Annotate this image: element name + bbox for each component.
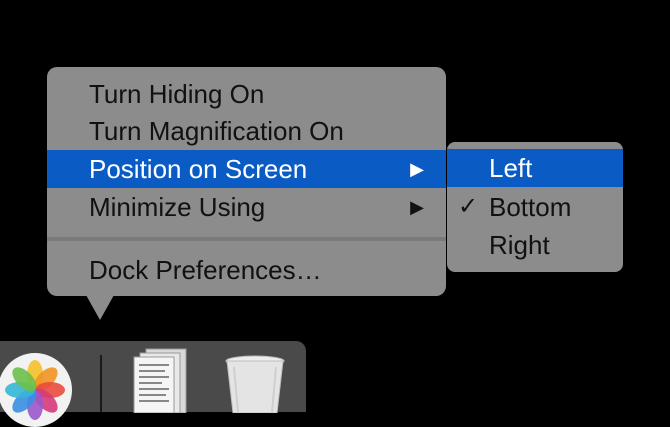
documents-stack-icon[interactable] [132,347,190,414]
menu-item-label: Position on Screen [89,154,308,184]
submenu-arrow-icon: ▶ [410,197,424,217]
dock [0,341,306,427]
dock-divider [100,355,102,412]
menu-item-label: Turn Magnification On [89,116,344,146]
submenu-item-label: Bottom [489,192,572,222]
submenu-item-bottom[interactable]: ✓ Bottom [447,188,623,226]
dock-context-menu: Turn Hiding On Turn Magnification On Pos… [47,67,446,296]
menu-item-turn-hiding-on[interactable]: Turn Hiding On [47,75,446,113]
menu-item-turn-magnification-on[interactable]: Turn Magnification On [47,112,446,150]
submenu-item-left[interactable]: Left [447,149,623,187]
position-submenu: Left ✓ Bottom Right [447,142,623,272]
menu-separator [47,237,446,241]
menu-item-label: Dock Preferences… [89,255,322,285]
menu-pointer [86,295,114,320]
trash-icon[interactable] [224,355,286,414]
menu-item-minimize-using[interactable]: Minimize Using ▶ [47,188,446,226]
checkmark-icon: ✓ [458,193,479,220]
photos-icon[interactable] [0,353,72,427]
submenu-item-label: Left [489,153,533,183]
menu-item-dock-preferences[interactable]: Dock Preferences… [47,251,446,289]
submenu-item-label: Right [489,230,550,260]
submenu-arrow-icon: ▶ [410,159,424,179]
menu-item-position-on-screen[interactable]: Position on Screen ▶ [47,150,446,188]
menu-item-label: Minimize Using [89,192,266,222]
submenu-item-right[interactable]: Right [447,226,623,264]
menu-item-label: Turn Hiding On [89,79,265,109]
